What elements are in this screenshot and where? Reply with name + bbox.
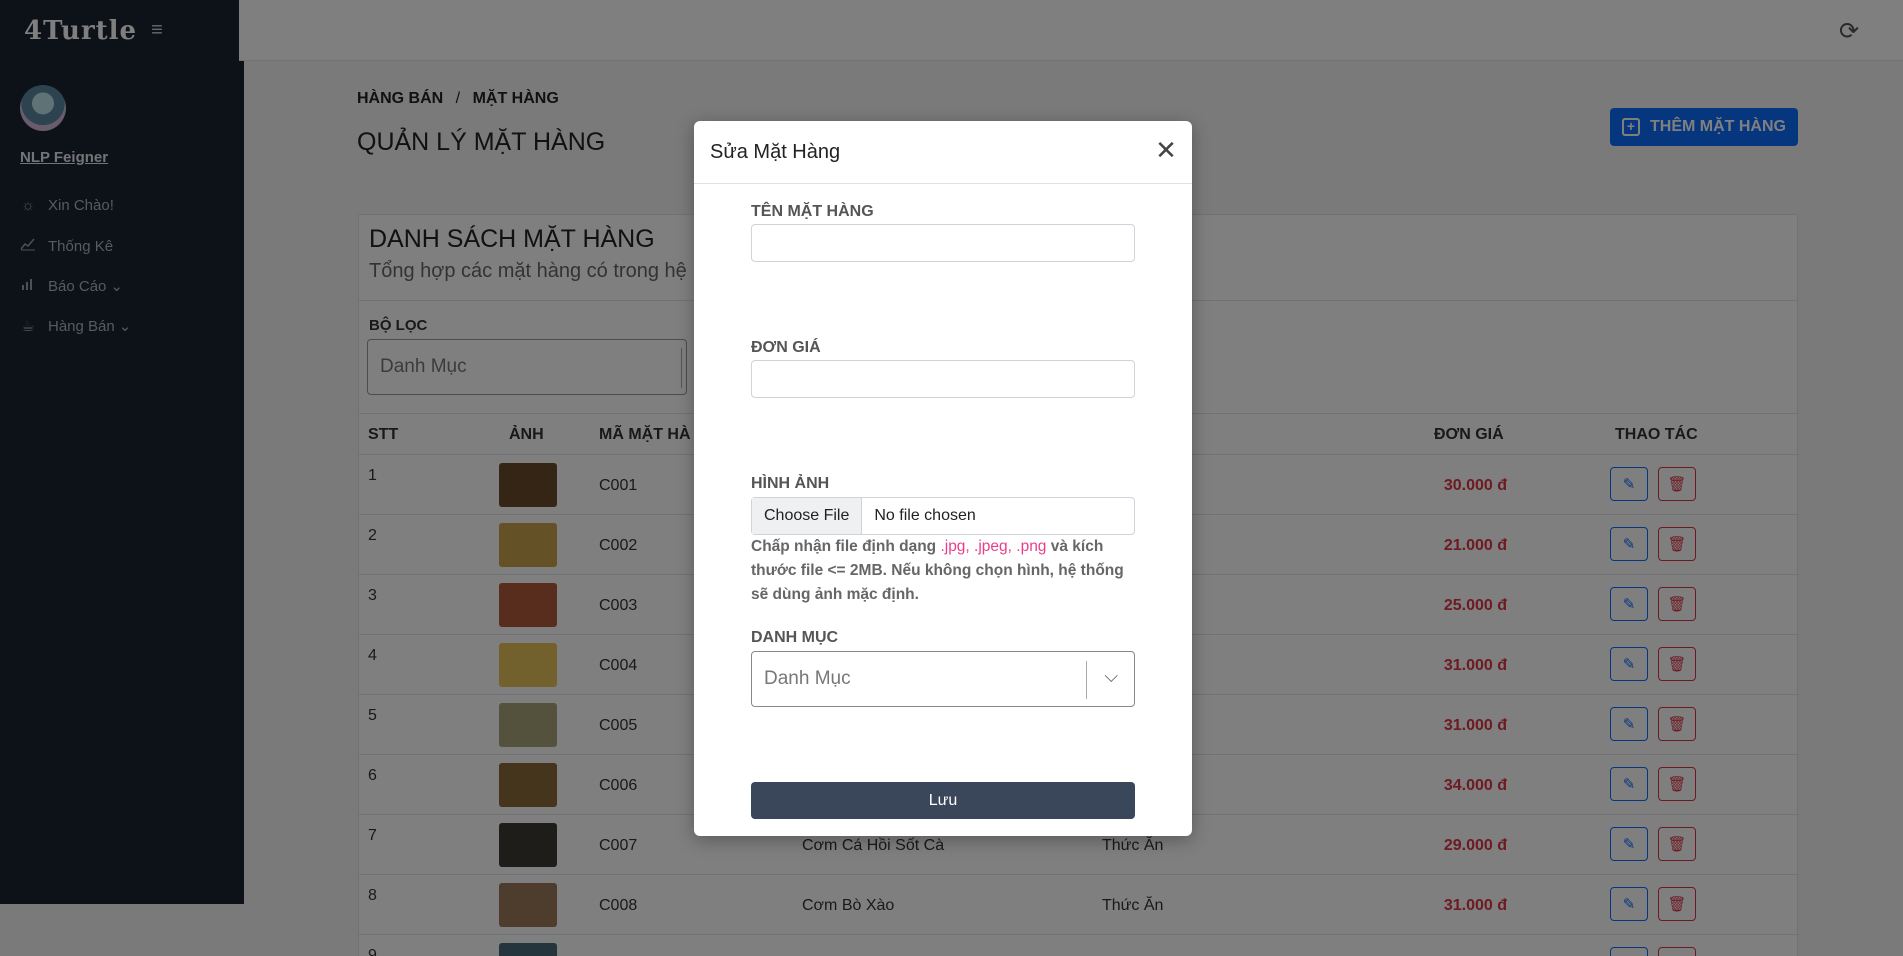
close-icon[interactable]: ✕ <box>1154 137 1178 163</box>
item-name-input[interactable] <box>751 224 1135 262</box>
image-file-input[interactable]: Choose File No file chosen <box>751 497 1135 535</box>
category-label: DANH MỤC <box>751 629 839 646</box>
file-status: No file chosen <box>874 507 976 524</box>
category-placeholder: Danh Mục <box>764 668 851 689</box>
file-format-note: Chấp nhận file định dạng .jpg, .jpeg, .p… <box>751 535 1135 607</box>
note-prefix: Chấp nhận file định dạng <box>751 538 941 555</box>
choose-file-button[interactable]: Choose File <box>752 498 863 534</box>
modal-header: Sửa Mặt Hàng ✕ <box>694 121 1192 184</box>
select-divider <box>1086 661 1087 699</box>
modal-title: Sửa Mặt Hàng <box>710 141 841 163</box>
save-button[interactable]: Lưu <box>751 782 1135 819</box>
price-label: ĐƠN GIÁ <box>751 339 821 356</box>
price-input[interactable] <box>751 360 1135 398</box>
note-extensions: .jpg, .jpeg, .png <box>940 538 1047 555</box>
item-name-label: TÊN MẶT HÀNG <box>751 203 874 220</box>
category-select[interactable]: Danh Mục ⌵ <box>751 651 1135 707</box>
edit-item-modal: Sửa Mặt Hàng ✕ TÊN MẶT HÀNG ĐƠN GIÁ HÌNH… <box>694 121 1192 836</box>
image-label: HÌNH ẢNH <box>751 475 830 492</box>
chevron-down-icon[interactable]: ⌵ <box>1104 666 1118 687</box>
